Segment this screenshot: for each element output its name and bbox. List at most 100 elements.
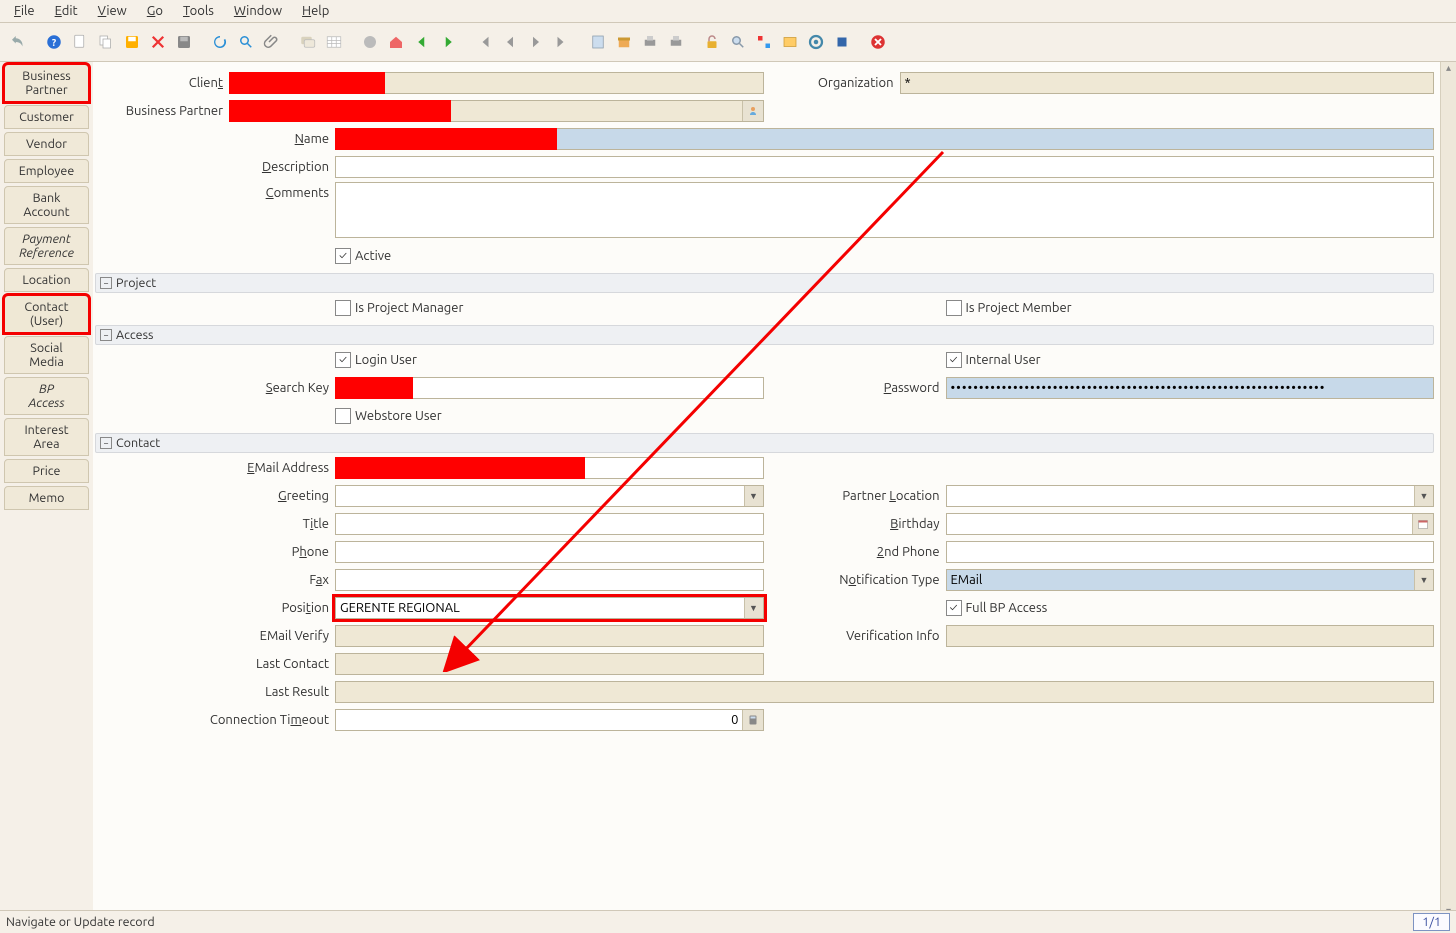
- save-icon[interactable]: [120, 30, 144, 54]
- lock-icon[interactable]: [700, 30, 724, 54]
- field-fax[interactable]: [335, 569, 764, 591]
- delete-icon[interactable]: [146, 30, 170, 54]
- menu-go[interactable]: Go: [137, 2, 173, 20]
- print-icon[interactable]: [638, 30, 662, 54]
- lookup-icon[interactable]: [742, 101, 763, 121]
- field-position[interactable]: [335, 597, 764, 619]
- tab-memo[interactable]: Memo: [4, 486, 89, 510]
- menu-window[interactable]: Window: [224, 2, 292, 20]
- menu-edit[interactable]: Edit: [45, 2, 88, 20]
- history-icon[interactable]: [358, 30, 382, 54]
- label-internal-user: Internal User: [966, 353, 1041, 367]
- attachment-icon[interactable]: [260, 30, 284, 54]
- copy-icon[interactable]: [94, 30, 118, 54]
- help-icon[interactable]: ?: [42, 30, 66, 54]
- tab-business-partner[interactable]: BusinessPartner: [4, 64, 89, 102]
- checkbox-is-pm[interactable]: [335, 300, 351, 316]
- label-conn-timeout: Connection Timeout: [93, 713, 335, 727]
- calculator-icon[interactable]: [742, 710, 763, 730]
- checkbox-internal-user[interactable]: ✓: [946, 352, 962, 368]
- field-partner-location[interactable]: [946, 485, 1435, 507]
- menu-view[interactable]: View: [88, 2, 137, 20]
- field-organization[interactable]: [900, 72, 1435, 94]
- label-search-key: Search Key: [93, 381, 335, 395]
- field-password[interactable]: [946, 377, 1435, 399]
- tab-price[interactable]: Price: [4, 459, 89, 483]
- label-title: Title: [93, 517, 335, 531]
- chevron-down-icon[interactable]: ▼: [744, 598, 763, 618]
- report-icon[interactable]: [586, 30, 610, 54]
- request-icon[interactable]: [778, 30, 802, 54]
- field-comments[interactable]: [335, 182, 1434, 238]
- field-email-verify: [335, 625, 764, 647]
- form-content: Client Organization Business Partner Nam…: [93, 62, 1456, 917]
- chat-icon[interactable]: [296, 30, 320, 54]
- label-email-verify: EMail Verify: [93, 629, 335, 643]
- section-access[interactable]: −Access: [95, 325, 1434, 345]
- tab-vendor[interactable]: Vendor: [4, 132, 89, 156]
- process-icon[interactable]: [804, 30, 828, 54]
- checkbox-login-user[interactable]: ✓: [335, 352, 351, 368]
- label-last-result: Last Result: [93, 685, 335, 699]
- forward-icon[interactable]: [436, 30, 460, 54]
- tab-bp-access[interactable]: BPAccess: [4, 377, 89, 415]
- chevron-down-icon[interactable]: ▼: [1414, 486, 1433, 506]
- home-icon[interactable]: [384, 30, 408, 54]
- first-icon[interactable]: [472, 30, 496, 54]
- vertical-scrollbar[interactable]: [1440, 62, 1456, 917]
- tab-contact-user[interactable]: Contact(User): [4, 295, 89, 333]
- field-conn-timeout[interactable]: [335, 709, 764, 731]
- label-organization: Organization: [764, 76, 900, 90]
- tab-bank-account[interactable]: BankAccount: [4, 186, 89, 224]
- menu-tools[interactable]: Tools: [173, 2, 224, 20]
- product-icon[interactable]: [830, 30, 854, 54]
- checkbox-is-pmem[interactable]: [946, 300, 962, 316]
- new-icon[interactable]: [68, 30, 92, 54]
- field-birthday[interactable]: [946, 513, 1435, 535]
- tab-payment-reference[interactable]: PaymentReference: [4, 227, 89, 265]
- tab-interest-area[interactable]: InterestArea: [4, 418, 89, 456]
- field-greeting[interactable]: [335, 485, 764, 507]
- section-project[interactable]: −Project: [95, 273, 1434, 293]
- field-notification-type[interactable]: [946, 569, 1435, 591]
- field-title[interactable]: [335, 513, 764, 535]
- back-icon[interactable]: [410, 30, 434, 54]
- toolbar: ?: [0, 23, 1456, 62]
- grid-icon[interactable]: [322, 30, 346, 54]
- chevron-down-icon[interactable]: ▼: [744, 486, 763, 506]
- undo-icon[interactable]: [6, 30, 30, 54]
- menu-file[interactable]: FFileile: [4, 2, 45, 20]
- tab-employee[interactable]: Employee: [4, 159, 89, 183]
- find-icon[interactable]: [234, 30, 258, 54]
- label-partner-location: Partner Location: [764, 489, 946, 503]
- prev-icon[interactable]: [498, 30, 522, 54]
- section-contact[interactable]: −Contact: [95, 433, 1434, 453]
- label-webstore: Webstore User: [355, 409, 442, 423]
- menu-help[interactable]: Help: [292, 2, 339, 20]
- next-icon[interactable]: [524, 30, 548, 54]
- tab-social-media[interactable]: SocialMedia: [4, 336, 89, 374]
- field-description[interactable]: [335, 156, 1434, 178]
- label-birthday: Birthday: [764, 517, 946, 531]
- tab-customer[interactable]: Customer: [4, 105, 89, 129]
- field-phone[interactable]: [335, 541, 764, 563]
- status-bar: Navigate or Update record 1/1: [0, 910, 1456, 933]
- checkbox-webstore[interactable]: [335, 408, 351, 424]
- workflow-icon[interactable]: [752, 30, 776, 54]
- close-icon[interactable]: [866, 30, 890, 54]
- archive-icon[interactable]: [612, 30, 636, 54]
- chevron-down-icon[interactable]: ▼: [1414, 570, 1433, 590]
- save-disk-icon[interactable]: [172, 30, 196, 54]
- checkbox-active[interactable]: ✓: [335, 248, 351, 264]
- refresh-icon[interactable]: [208, 30, 232, 54]
- tab-location[interactable]: Location: [4, 268, 89, 292]
- field-phone2[interactable]: [946, 541, 1435, 563]
- label-notif: Notification Type: [764, 573, 946, 587]
- printpreview-icon[interactable]: [664, 30, 688, 54]
- calendar-icon[interactable]: [1412, 514, 1433, 534]
- last-icon[interactable]: [550, 30, 574, 54]
- checkbox-full-bp[interactable]: ✓: [946, 600, 962, 616]
- label-position: Position: [93, 601, 335, 615]
- zoom-icon[interactable]: [726, 30, 750, 54]
- label-business-partner: Business Partner: [93, 104, 229, 118]
